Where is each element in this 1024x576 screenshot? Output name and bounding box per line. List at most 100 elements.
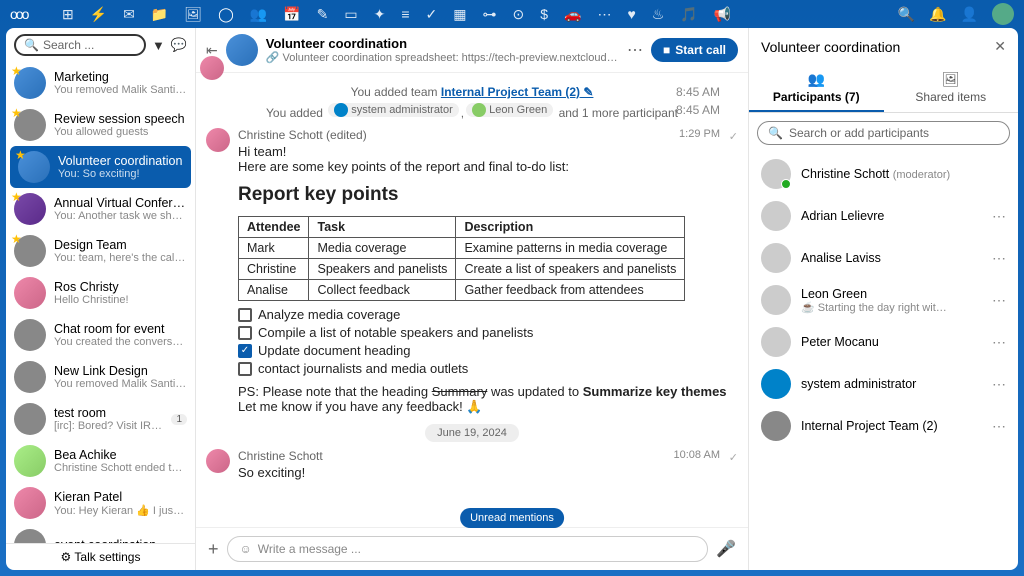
table-row: MarkMedia coverageExamine patterns in me… xyxy=(239,238,685,259)
unread-mentions-pill[interactable]: Unread mentions xyxy=(460,508,564,528)
user-avatar[interactable] xyxy=(992,3,1014,25)
cospend-icon[interactable]: $ xyxy=(540,6,548,23)
user-chip[interactable]: Leon Green xyxy=(466,103,553,117)
conversation-item[interactable]: ★Review session speechYou allowed guests xyxy=(6,104,195,146)
participant-menu-icon[interactable]: ⋯ xyxy=(992,334,1006,351)
conversation-avatar xyxy=(14,361,46,393)
participant-menu-icon[interactable]: ⋯ xyxy=(992,208,1006,225)
conversation-item[interactable]: ★MarketingYou removed Malik Santia... xyxy=(6,62,195,104)
list-icon[interactable]: ≡ xyxy=(401,6,409,23)
conversation-item[interactable]: ★Volunteer coordinationYou: So exciting! xyxy=(10,146,191,188)
conversation-item[interactable]: ★Design TeamYou: team, here's the calen.… xyxy=(6,230,195,272)
start-call-button[interactable]: ■Start call xyxy=(651,38,738,62)
maps-icon[interactable]: ⊙ xyxy=(513,6,525,23)
todo-item[interactable]: contact journalists and media outlets xyxy=(238,361,730,376)
app3-icon[interactable]: 🎵 xyxy=(680,6,697,23)
conversation-item[interactable]: Chat room for eventYou created the conve… xyxy=(6,314,195,356)
user-chip[interactable]: system administrator xyxy=(328,103,458,117)
system-message: You added team Internal Project Team (2)… xyxy=(214,85,730,99)
shared-items-icon: 🖼 xyxy=(884,71,1019,88)
todo-item[interactable]: Compile a list of notable speakers and p… xyxy=(238,325,730,340)
participant-item[interactable]: Internal Project Team (2)⋯ xyxy=(749,405,1018,447)
panel-title: Volunteer coordination xyxy=(761,39,900,55)
conversation-item[interactable]: Kieran PatelYou: Hey Kieran 👍 I just g..… xyxy=(6,482,195,524)
conversation-avatar xyxy=(226,34,258,66)
attach-icon[interactable]: + xyxy=(208,539,219,560)
activity-icon[interactable]: ⚡ xyxy=(90,6,107,23)
conversation-item[interactable]: ★Annual Virtual ConferenceYou: Another t… xyxy=(6,188,195,230)
notes-icon[interactable]: ✎ xyxy=(317,6,329,23)
participant-item[interactable]: system administrator⋯ xyxy=(749,363,1018,405)
talk-settings-button[interactable]: ⚙ Talk settings xyxy=(6,543,195,570)
health-icon[interactable]: ♥ xyxy=(627,6,635,23)
todo-item[interactable]: ✓Update document heading xyxy=(238,343,730,358)
files-icon[interactable]: 📁 xyxy=(151,6,168,23)
conversation-title: New Link Design xyxy=(54,364,187,378)
participant-avatar xyxy=(761,201,791,231)
conversation-subtitle: You: Hey Kieran 👍 I just g... xyxy=(54,504,187,517)
talk-icon[interactable]: ◯ xyxy=(218,6,234,23)
team-link[interactable]: Internal Project Team (2) ✎ xyxy=(441,85,594,99)
message-input[interactable]: ☺Write a message ... xyxy=(227,536,709,562)
conversation-menu-icon[interactable]: ⋯ xyxy=(627,40,643,60)
conversation-subtitle: You removed Malik Santia... xyxy=(54,378,187,390)
message-time: 10:08 AM xyxy=(674,449,720,461)
conversation-title: event coordination xyxy=(54,538,187,543)
participant-item[interactable]: Christine Schott (moderator) xyxy=(749,153,1018,195)
new-conversation-icon[interactable]: 💬 xyxy=(171,37,187,53)
link-icon[interactable]: ⊶ xyxy=(483,6,497,23)
contacts-icon[interactable]: 👥 xyxy=(250,6,267,23)
app1-icon[interactable]: ⋯ xyxy=(597,6,611,23)
car-icon[interactable]: 🚗 xyxy=(564,6,581,23)
conversation-item[interactable]: Bea AchikeChristine Schott ended the... xyxy=(6,440,195,482)
emoji-icon[interactable]: ☺ xyxy=(240,542,252,556)
tables-icon[interactable]: ▦ xyxy=(453,6,466,23)
checkbox-icon[interactable] xyxy=(238,362,252,376)
conversation-item[interactable]: event coordination xyxy=(6,524,195,543)
checkbox-icon[interactable]: ✓ xyxy=(238,344,252,358)
participant-menu-icon[interactable]: ⋯ xyxy=(992,418,1006,435)
voice-icon[interactable]: 🎤 xyxy=(716,539,736,559)
announce-icon[interactable]: 📢 xyxy=(714,6,731,23)
checkbox-icon[interactable] xyxy=(238,326,252,340)
tab-participants[interactable]: 👥Participants (7) xyxy=(749,65,884,112)
notifications-icon[interactable]: 🔔 xyxy=(929,6,946,23)
participant-name: Adrian Lelievre xyxy=(801,209,982,223)
participant-item[interactable]: Peter Mocanu⋯ xyxy=(749,321,1018,363)
participant-search-input[interactable]: 🔍Search or add participants xyxy=(757,121,1010,145)
tab-shared-items[interactable]: 🖼Shared items xyxy=(884,65,1019,112)
contacts-menu-icon[interactable]: 👤 xyxy=(961,6,978,23)
app2-icon[interactable]: ♨ xyxy=(652,6,665,23)
unread-badge: 1 xyxy=(171,414,187,425)
conversation-item[interactable]: test room[irc]: Bored? Visit IRC....1 xyxy=(6,398,195,440)
star-icon[interactable]: ✦ xyxy=(374,6,386,23)
participant-menu-icon[interactable]: ⋯ xyxy=(992,376,1006,393)
conversation-item[interactable]: New Link DesignYou removed Malik Santia.… xyxy=(6,356,195,398)
conversation-avatar: ★ xyxy=(14,235,46,267)
participant-item[interactable]: Adrian Lelievre ⋯ xyxy=(749,195,1018,237)
participant-status: ☕ Starting the day right with a nice cup… xyxy=(801,301,951,314)
participant-item[interactable]: Analise Laviss ⋯ xyxy=(749,237,1018,279)
dashboard-icon[interactable]: ⊞ xyxy=(62,6,74,23)
search-input[interactable]: 🔍Search ... xyxy=(14,34,146,56)
conversation-avatar xyxy=(14,277,46,309)
system-message: You added system administrator,Leon Gree… xyxy=(214,103,730,120)
conversation-subtitle: Hello Christine! xyxy=(54,294,187,306)
conversation-item[interactable]: Ros ChristyHello Christine! xyxy=(6,272,195,314)
checkbox-icon[interactable] xyxy=(238,308,252,322)
participant-name: Analise Laviss xyxy=(801,251,982,265)
participant-menu-icon[interactable]: ⋯ xyxy=(992,292,1006,309)
todo-item[interactable]: Analyze media coverage xyxy=(238,307,730,322)
filter-icon[interactable]: ▼ xyxy=(152,38,165,53)
photos-icon[interactable]: 🖼 xyxy=(184,6,202,23)
close-icon[interactable]: ✕ xyxy=(994,38,1006,55)
participant-item[interactable]: Leon Green☕ Starting the day right with … xyxy=(749,279,1018,321)
app-logo[interactable]: ooo xyxy=(10,6,50,22)
tasks-icon[interactable]: ✓ xyxy=(426,6,438,23)
message-author: Christine Schott xyxy=(238,449,730,463)
calendar-icon[interactable]: 📅 xyxy=(283,6,300,23)
participant-menu-icon[interactable]: ⋯ xyxy=(992,250,1006,267)
deck-icon[interactable]: ▭ xyxy=(344,6,357,23)
mail-icon[interactable]: ✉ xyxy=(123,6,135,23)
search-icon[interactable]: 🔍 xyxy=(898,6,915,23)
